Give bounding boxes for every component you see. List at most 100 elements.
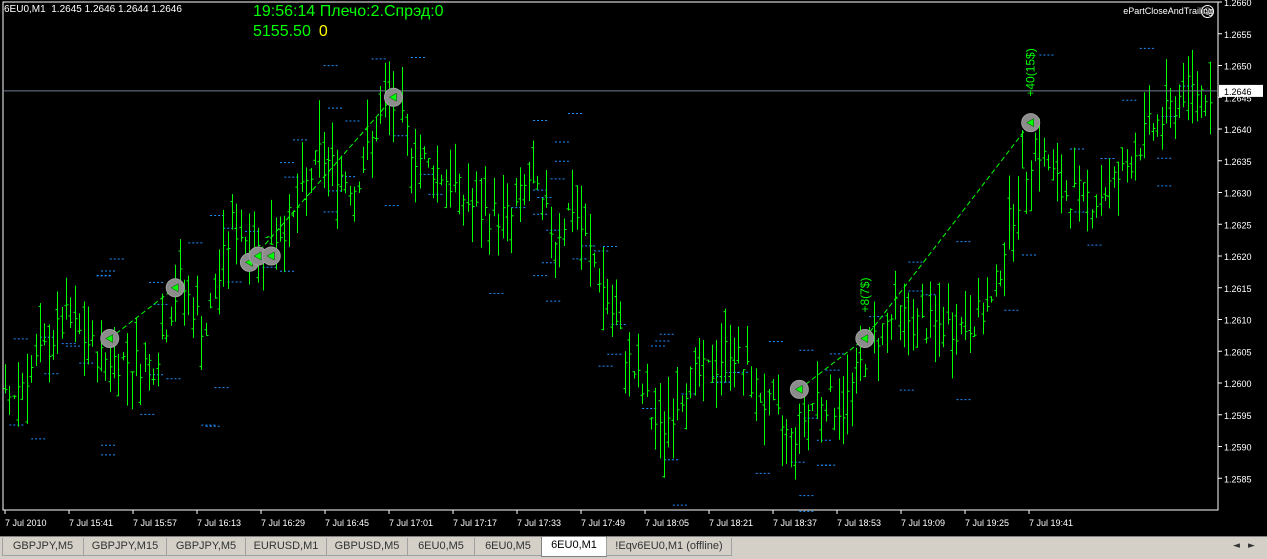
ohlc-bar bbox=[950, 312, 955, 379]
ohlc-bar bbox=[1033, 132, 1038, 162]
tab-gbpjpy-m5[interactable]: GBPJPY,M5 bbox=[2, 538, 84, 556]
ohlc-bar bbox=[906, 292, 911, 356]
ohlc-bar bbox=[597, 268, 602, 293]
ohlc-bar bbox=[924, 328, 929, 344]
ohlc-bar bbox=[1064, 180, 1069, 201]
ohlc-bar bbox=[845, 354, 850, 435]
ohlc-bar bbox=[688, 366, 693, 399]
y-tick-label: 1.2600 bbox=[1224, 379, 1252, 389]
symbol-header: 6EU0,M1 1.2645 1.2646 1.2644 1.2646 bbox=[4, 4, 182, 15]
tab-eurusd-m1[interactable]: EURUSD,M1 bbox=[245, 538, 327, 556]
ohlc-bar bbox=[1151, 122, 1156, 141]
ohlc-bar bbox=[466, 163, 471, 212]
tab-scroll-right-icon[interactable]: ► bbox=[1246, 539, 1257, 553]
ohlc-bar bbox=[728, 324, 733, 391]
ohlc-bar bbox=[239, 209, 244, 242]
ohlc-bar bbox=[230, 194, 235, 230]
ohlc-bar bbox=[1055, 142, 1060, 202]
tab-6eu0-m5[interactable]: 6EU0,M5 bbox=[474, 538, 542, 556]
ohlc-bar bbox=[1029, 160, 1034, 212]
x-tick-label: 7 Jul 19:25 bbox=[965, 518, 1009, 528]
x-tick-label: 7 Jul 17:49 bbox=[581, 518, 625, 528]
time-leverage-spread: 19:56:14 Плечо:2.Спрэд:0 bbox=[253, 3, 444, 20]
tab-gbpjpy-m5[interactable]: GBPJPY,M5 bbox=[166, 538, 246, 556]
ohlc-bar bbox=[527, 161, 532, 202]
ohlc-bar bbox=[77, 313, 82, 335]
ohlc-bar bbox=[1173, 96, 1178, 139]
ohlc-bar bbox=[985, 277, 990, 312]
tab-gbpjpy-m15[interactable]: GBPJPY,M15 bbox=[83, 538, 167, 556]
ohlc-bar bbox=[841, 376, 846, 445]
ohlc-bar bbox=[103, 352, 108, 381]
ohlc-bar bbox=[496, 213, 501, 256]
ohlc-bar bbox=[160, 293, 165, 340]
ohlc-bar bbox=[164, 329, 169, 343]
tab-6eu0-m1[interactable]: 6EU0,M1 bbox=[541, 537, 607, 557]
ohlc-bar bbox=[701, 339, 706, 402]
ohlc-bar bbox=[824, 400, 829, 422]
ohlc-bar bbox=[837, 378, 842, 440]
chart-tab-bar: GBPJPY,M5 GBPJPY,M15 GBPJPY,M5 EURUSD,M1 GBP… bbox=[0, 536, 1267, 559]
tab-gbpusd-m5[interactable]: GBPUSD,M5 bbox=[326, 538, 408, 556]
ohlc-bar bbox=[732, 337, 737, 388]
chart-window[interactable]: 1.2660 1.2655 1.2650 1.2645 1.2640 1.2635 1.26… bbox=[0, 0, 1267, 536]
ohlc-bar bbox=[579, 185, 584, 270]
ohlc-bar bbox=[55, 291, 60, 354]
ohlc-bar bbox=[82, 301, 87, 376]
x-tick-label: 7 Jul 18:53 bbox=[837, 518, 881, 528]
y-tick-label: 1.2605 bbox=[1224, 347, 1252, 357]
ohlc-bar bbox=[662, 411, 667, 478]
ohlc-bar bbox=[99, 320, 104, 372]
ohlc-bar bbox=[854, 347, 859, 394]
ohlc-bar bbox=[937, 282, 942, 357]
ohlc-bar bbox=[453, 143, 458, 193]
ohlc-bar bbox=[954, 304, 959, 355]
ohlc-bar bbox=[998, 270, 1003, 287]
ohlc-bar bbox=[1081, 182, 1086, 202]
ohlc-bar bbox=[885, 312, 890, 353]
ohlc-bar bbox=[12, 395, 17, 400]
ohlc-bar bbox=[3, 364, 8, 394]
ohlc-bar bbox=[343, 171, 348, 194]
ohlc-bar bbox=[300, 142, 305, 193]
ohlc-bar bbox=[872, 301, 877, 354]
ohlc-bar bbox=[540, 198, 545, 221]
ohlc-bar bbox=[684, 383, 689, 430]
ohlc-bar bbox=[557, 213, 562, 268]
price-chart[interactable]: 1.26601.26551.26501.26451.26401.26351.26… bbox=[0, 0, 1267, 536]
y-tick-label: 1.2620 bbox=[1224, 252, 1252, 262]
ohlc-bar bbox=[501, 174, 506, 239]
ohlc-bar bbox=[186, 275, 191, 316]
tab--eqv6eu0-m1-offline-[interactable]: !Eqv6EU0,M1 (offline) bbox=[606, 538, 732, 556]
ohlc-bar bbox=[1099, 164, 1104, 216]
ohlc-bar bbox=[963, 290, 968, 341]
ohlc-bar bbox=[1051, 149, 1056, 181]
ohlc-bar bbox=[981, 302, 986, 335]
ohlc-bar bbox=[1107, 158, 1112, 209]
ohlc-bar bbox=[535, 175, 540, 190]
trade-line bbox=[799, 338, 866, 390]
ohlc-bar bbox=[562, 218, 567, 247]
ohlc-bar bbox=[736, 326, 741, 364]
ohlc-bar bbox=[143, 342, 148, 373]
ohlc-bar bbox=[1181, 62, 1186, 108]
x-tick-label: 7 Jul 2010 bbox=[5, 518, 47, 528]
ohlc-bar bbox=[933, 295, 938, 363]
ohlc-bar bbox=[627, 332, 632, 397]
ohlc-bar bbox=[287, 194, 292, 247]
ohlc-bar bbox=[880, 323, 885, 346]
ohlc-bar bbox=[776, 374, 781, 415]
ohlc-bar bbox=[383, 62, 388, 118]
trade-line bbox=[864, 122, 1032, 339]
ohlc-bar bbox=[815, 361, 820, 419]
ohlc-bar bbox=[514, 178, 519, 207]
ohlc-bar bbox=[915, 308, 920, 348]
ohlc-bar bbox=[989, 296, 994, 303]
ohlc-bar bbox=[1016, 176, 1021, 240]
tab-scroll-left-icon[interactable]: ◄ bbox=[1231, 539, 1242, 553]
tab-6eu0-m5[interactable]: 6EU0,M5 bbox=[407, 538, 475, 556]
ohlc-bar bbox=[592, 252, 597, 268]
ohlc-bar bbox=[719, 323, 724, 396]
ohlc-bar bbox=[42, 323, 47, 346]
x-tick-label: 7 Jul 17:17 bbox=[453, 518, 497, 528]
